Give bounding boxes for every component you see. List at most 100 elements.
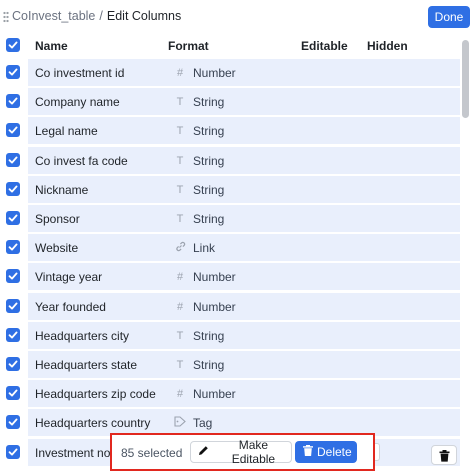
checkmark-icon — [8, 360, 18, 368]
trash-icon — [303, 445, 313, 459]
text-type-icon: T — [176, 213, 184, 225]
breadcrumb: CoInvest_table / Edit Columns — [12, 9, 181, 23]
done-button[interactable]: Done — [428, 6, 470, 28]
selected-count: 85 selected — [121, 446, 183, 460]
column-row[interactable]: Headquarters zip code # Number — [0, 379, 460, 408]
hash-icon: # — [176, 271, 184, 284]
column-header-name: Name — [35, 39, 68, 53]
row-highlight — [28, 234, 460, 262]
row-checkbox[interactable] — [6, 240, 20, 255]
row-checkbox[interactable] — [6, 123, 20, 138]
row-checkbox[interactable] — [6, 444, 20, 459]
row-delete-button[interactable] — [431, 445, 457, 465]
drag-handle-icon[interactable] — [3, 11, 9, 23]
row-checkbox[interactable] — [6, 181, 20, 196]
row-checkbox[interactable] — [6, 415, 20, 430]
checkmark-icon — [8, 243, 18, 251]
text-type-icon: T — [176, 359, 184, 371]
select-all-checkbox[interactable] — [6, 38, 20, 52]
text-type-icon: T — [176, 154, 184, 167]
column-row[interactable]: Co investment id # Number — [0, 58, 460, 87]
row-checkbox[interactable] — [6, 211, 20, 225]
column-header-format: Format — [168, 39, 209, 53]
row-checkbox[interactable] — [6, 269, 20, 284]
column-name: Company name — [35, 95, 120, 110]
format-label: Link — [193, 241, 216, 256]
checkmark-icon — [8, 126, 18, 134]
format-label: String — [193, 153, 225, 168]
delete-label: Delete — [317, 445, 352, 459]
trash-icon — [439, 450, 450, 462]
row-checkbox[interactable] — [6, 65, 20, 79]
format-selector[interactable]: # Number — [169, 386, 240, 402]
row-checkbox[interactable] — [6, 152, 20, 167]
column-name: Nickname — [35, 182, 89, 197]
checkmark-icon — [8, 185, 18, 193]
text-type-icon: T — [176, 183, 184, 196]
hash-icon: # — [176, 67, 184, 79]
text-type-icon: T — [176, 96, 184, 109]
row-checkbox[interactable] — [6, 298, 20, 313]
bulk-action-bar: 85 selected Make Editable Delete — [110, 433, 375, 471]
checkmark-icon — [8, 272, 18, 280]
column-row[interactable]: Nickname T String — [0, 175, 460, 204]
format-label: Number — [193, 270, 236, 285]
row-checkbox[interactable] — [6, 94, 20, 109]
format-selector[interactable]: T String — [169, 153, 228, 169]
text-type-icon: T — [176, 329, 184, 342]
vertical-scrollbar[interactable] — [462, 40, 469, 118]
format-selector[interactable]: T String — [169, 211, 228, 227]
column-row[interactable]: Year founded # Number — [0, 292, 460, 321]
checkmark-icon — [8, 68, 18, 76]
column-row[interactable]: Vintage year # Number — [0, 262, 460, 291]
column-row[interactable]: Legal name T String — [0, 116, 460, 145]
format-label: String — [193, 328, 225, 343]
format-label: String — [193, 124, 225, 139]
text-type-icon: T — [176, 125, 184, 138]
format-selector[interactable]: T String — [169, 182, 228, 198]
format-selector[interactable]: # Number — [169, 269, 240, 285]
format-label: Number — [193, 299, 236, 314]
pencil-icon — [198, 445, 210, 459]
column-header-editable: Editable — [301, 39, 348, 53]
row-checkbox[interactable] — [6, 357, 20, 371]
format-selector[interactable]: T String — [169, 94, 228, 110]
checkmark-icon — [8, 389, 18, 397]
column-row[interactable]: Headquarters state T String — [0, 350, 460, 379]
column-name: Headquarters zip code — [35, 387, 156, 402]
format-selector[interactable]: Link — [169, 240, 219, 256]
format-selector[interactable]: T String — [169, 123, 228, 139]
column-header-row: Name Format Editable Hidden — [0, 34, 460, 58]
format-selector[interactable]: # Number — [169, 299, 240, 315]
column-row[interactable]: Co invest fa code T String — [0, 146, 460, 175]
hash-icon: # — [176, 300, 184, 313]
column-row[interactable]: Company name T String — [0, 87, 460, 116]
column-row[interactable]: Headquarters city T String — [0, 321, 460, 350]
hash-icon: # — [176, 388, 184, 401]
row-checkbox[interactable] — [6, 327, 20, 342]
column-name: Headquarters country — [35, 416, 151, 431]
delete-button[interactable]: Delete — [295, 441, 357, 463]
format-selector[interactable]: T String — [169, 357, 228, 373]
row-highlight — [28, 175, 460, 203]
column-name: Vintage year — [35, 270, 103, 285]
format-label: Number — [193, 66, 236, 80]
checkmark-icon — [8, 41, 18, 49]
format-selector[interactable]: # Number — [169, 65, 240, 81]
format-selector[interactable]: T String — [169, 328, 228, 344]
make-editable-button[interactable]: Make Editable — [190, 438, 292, 466]
column-row[interactable]: Sponsor T String — [0, 204, 460, 233]
column-name: Headquarters city — [35, 328, 130, 343]
column-row[interactable]: Website Link — [0, 233, 460, 262]
column-name: Sponsor — [35, 212, 80, 226]
checkmark-icon — [8, 97, 18, 105]
format-selector[interactable]: Tag — [169, 415, 216, 431]
breadcrumb-table-name[interactable]: CoInvest_table — [12, 9, 95, 23]
page-title: Edit Columns — [106, 9, 182, 23]
column-name: Legal name — [35, 124, 98, 139]
breadcrumb-separator: / — [99, 9, 103, 23]
format-label: String — [193, 95, 225, 110]
row-checkbox[interactable] — [6, 386, 20, 401]
column-name: Website — [35, 241, 79, 256]
checkmark-icon — [8, 214, 18, 222]
